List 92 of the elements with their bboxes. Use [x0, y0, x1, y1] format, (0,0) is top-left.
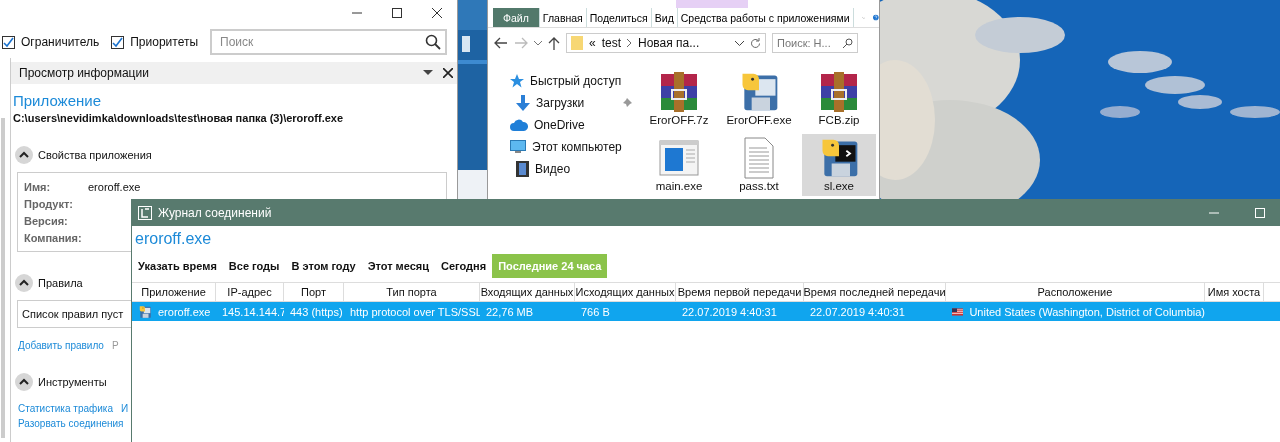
window-title: Журнал соединений: [158, 205, 273, 220]
context-tab-band: [676, 0, 748, 8]
pin-icon: [622, 97, 632, 108]
nav-item[interactable]: Этот компьютер: [488, 138, 638, 155]
table-cell: 22.07.2019 4:40:31: [676, 302, 804, 321]
breadcrumb[interactable]: test: [601, 36, 622, 50]
up-arrow-icon[interactable]: [548, 36, 560, 50]
column-header[interactable]: Исходящих данных: [575, 282, 676, 302]
table-cell: 443 (https): [284, 302, 344, 321]
table-cell: 145.14.144.7: [216, 302, 284, 321]
checkbox[interactable]: [111, 35, 125, 49]
app-logo-icon: [138, 205, 152, 220]
collapse-chevron-icon[interactable]: [15, 274, 33, 292]
search-icon: [425, 34, 441, 50]
chevron-down-icon[interactable]: [534, 40, 542, 46]
file-item[interactable]: ErorOFF.7z: [642, 68, 716, 130]
column-header[interactable]: Входящих данных: [480, 282, 575, 302]
path-overflow[interactable]: «: [589, 36, 596, 50]
column-header[interactable]: Время последней передачи: [804, 282, 946, 302]
maximize-icon: [392, 8, 402, 18]
file-item[interactable]: sl.exe: [802, 134, 876, 196]
flag-icon: [952, 306, 964, 317]
close-icon: [432, 8, 442, 18]
checkbox-label: Ограничитель: [21, 35, 100, 49]
table-cell: eroroff.exe: [132, 302, 216, 321]
search-field[interactable]: Поиск: [210, 29, 447, 55]
nav-item[interactable]: Загрузки: [488, 94, 638, 111]
property-value: eroroff.exe: [88, 180, 141, 193]
search-field[interactable]: Поиск: Н...: [772, 33, 858, 53]
period-tab[interactable]: Указать время: [135, 254, 223, 278]
file-item[interactable]: ErorOFF.exe: [722, 68, 796, 130]
period-tab[interactable]: В этом году: [285, 254, 362, 278]
file-item[interactable]: pass.txt: [722, 134, 796, 196]
ribbon-tab[interactable]: Поделиться: [586, 8, 652, 27]
chevron-down-icon[interactable]: [735, 40, 744, 46]
scrollbar[interactable]: [1, 118, 5, 438]
python-file-icon: [138, 304, 152, 319]
table-cell: http protocol over TLS/SSL: [344, 302, 480, 321]
table-cell: 766 B: [575, 302, 676, 321]
file-item[interactable]: main.exe: [642, 134, 716, 196]
app-name: eroroff.exe: [135, 230, 213, 248]
table-cell: [1264, 302, 1280, 321]
refresh-icon[interactable]: [750, 37, 761, 49]
period-tab[interactable]: Этот месяц: [361, 254, 436, 278]
property-label: Компания:: [24, 231, 83, 244]
panel-title: Просмотр информации: [19, 66, 150, 80]
monitor-icon: [510, 139, 526, 154]
property-label: Версия:: [24, 214, 69, 227]
down-arrow-icon: [516, 94, 530, 111]
section-title: Инструменты: [38, 376, 107, 388]
file-menu-tab[interactable]: Файл: [493, 8, 540, 27]
file-item[interactable]: FCB.zip: [802, 68, 876, 130]
file-path: C:\users\nevidimka\downloads\test\новая папка (3)\eroroff.exe: [13, 112, 345, 124]
film-icon: [516, 160, 529, 177]
nav-item[interactable]: Видео: [488, 160, 638, 177]
maximize-icon: [1255, 207, 1265, 218]
star-icon: [510, 73, 524, 88]
link[interactable]: И: [121, 403, 129, 414]
checkbox[interactable]: [2, 35, 15, 49]
column-header[interactable]: Тип порта: [344, 282, 480, 302]
column-header[interactable]: Расположение: [946, 282, 1205, 302]
column-header[interactable]: Время первой передачи: [676, 282, 804, 302]
breadcrumb[interactable]: Новая па...: [638, 36, 700, 50]
period-tab[interactable]: Все годы: [222, 254, 286, 278]
nav-item[interactable]: OneDrive: [488, 116, 638, 133]
property-label: Имя:: [24, 180, 52, 193]
chevron-right-icon: [627, 39, 633, 47]
cloud-icon: [510, 118, 528, 131]
dropdown-caret-icon[interactable]: [423, 70, 433, 76]
section-heading: Приложение: [13, 92, 102, 109]
address-bar[interactable]: « test Новая па...: [566, 33, 766, 53]
ribbon-tab[interactable]: Главная: [539, 8, 587, 27]
period-tab[interactable]: Сегодня: [435, 254, 493, 278]
collapse-chevron-icon[interactable]: [15, 146, 33, 164]
table-cell: United States (Washington, District of Columbia): [946, 302, 1205, 321]
link[interactable]: Добавить правило: [18, 340, 104, 351]
close-icon[interactable]: [443, 68, 453, 78]
table-cell: 22.07.2019 4:40:31: [804, 302, 946, 321]
section-title: Свойства приложения: [38, 149, 152, 161]
property-label: Продукт:: [24, 197, 74, 210]
link[interactable]: Разорвать соединения: [18, 418, 124, 429]
ribbon-tab[interactable]: Средства работы с приложениями: [677, 8, 854, 27]
ribbon-tab[interactable]: Вид: [651, 8, 678, 27]
section-title: Правила: [38, 277, 83, 289]
folder-icon: [571, 36, 583, 50]
table-cell: 22,76 MB: [480, 302, 575, 321]
link[interactable]: Статистика трафика: [18, 403, 113, 414]
nav-item[interactable]: Быстрый доступ: [488, 72, 638, 89]
search-icon: [843, 38, 853, 48]
collapse-chevron-icon[interactable]: [15, 373, 33, 391]
checkbox-label: Приоритеты: [130, 35, 199, 49]
back-arrow-icon[interactable]: [494, 37, 508, 49]
